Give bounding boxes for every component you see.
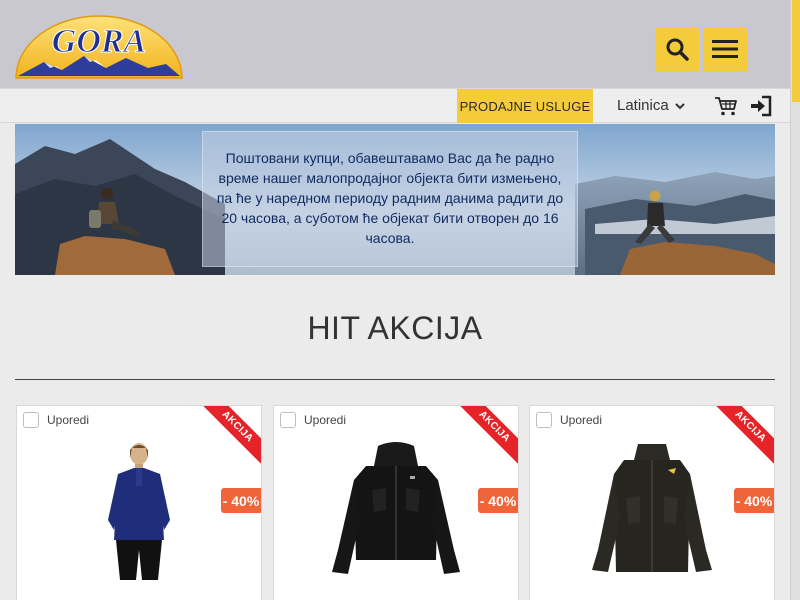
discount-badge: - 40% (221, 488, 261, 513)
search-button[interactable] (655, 27, 699, 71)
chevron-down-icon (674, 102, 685, 109)
product-card[interactable]: Uporedi AKCIJA - 40% (16, 405, 262, 600)
hamburger-menu-icon (712, 40, 738, 58)
secondary-bar: PRODAJNE USLUGE Latinica (0, 88, 790, 123)
working-hours-notice: Поштовани купци, обавештавамо Вас да ће … (202, 131, 578, 267)
compare-checkbox[interactable] (280, 412, 296, 428)
compare-option[interactable]: Uporedi (536, 412, 602, 428)
compare-checkbox[interactable] (536, 412, 552, 428)
language-selector[interactable]: Latinica (617, 97, 685, 114)
sales-services-button[interactable]: PRODAJNE USLUGE (457, 89, 593, 123)
product-image-black-jacket[interactable] (326, 440, 466, 580)
scrollbar-thumb[interactable] (792, 0, 800, 102)
discount-badge: - 40% (478, 488, 518, 513)
compare-label: Uporedi (304, 413, 347, 427)
logo-text: GORA (52, 23, 146, 60)
compare-label: Uporedi (560, 413, 603, 427)
gora-logo[interactable]: GORA (14, 10, 184, 80)
product-image-dark-softshell[interactable] (582, 440, 722, 580)
product-card[interactable]: Uporedi AKCIJA - 40% (273, 405, 519, 600)
product-image-blue-top[interactable] (94, 440, 184, 580)
search-icon (666, 38, 689, 61)
cart-icon[interactable] (714, 94, 738, 118)
product-card[interactable]: Uporedi AKCIJA - 40% (529, 405, 775, 600)
section-title: HIT AKCIJA (307, 310, 483, 346)
login-icon[interactable] (749, 94, 773, 118)
compare-option[interactable]: Uporedi (23, 412, 89, 428)
compare-option[interactable]: Uporedi (280, 412, 346, 428)
sale-ribbon: AKCIJA (195, 406, 261, 469)
site-header: GORA (0, 0, 790, 88)
compare-checkbox[interactable] (23, 412, 39, 428)
notice-text: Поштовани купци, обавештавамо Вас да ће … (216, 150, 564, 246)
language-label: Latinica (617, 97, 669, 114)
discount-badge: - 40% (734, 488, 774, 513)
section-divider (15, 379, 775, 380)
compare-label: Uporedi (47, 413, 90, 427)
page-scrollbar[interactable] (790, 0, 800, 600)
hero-banner[interactable]: Поштовани купци, обавештавамо Вас да ће … (15, 124, 775, 275)
menu-button[interactable] (703, 27, 747, 71)
